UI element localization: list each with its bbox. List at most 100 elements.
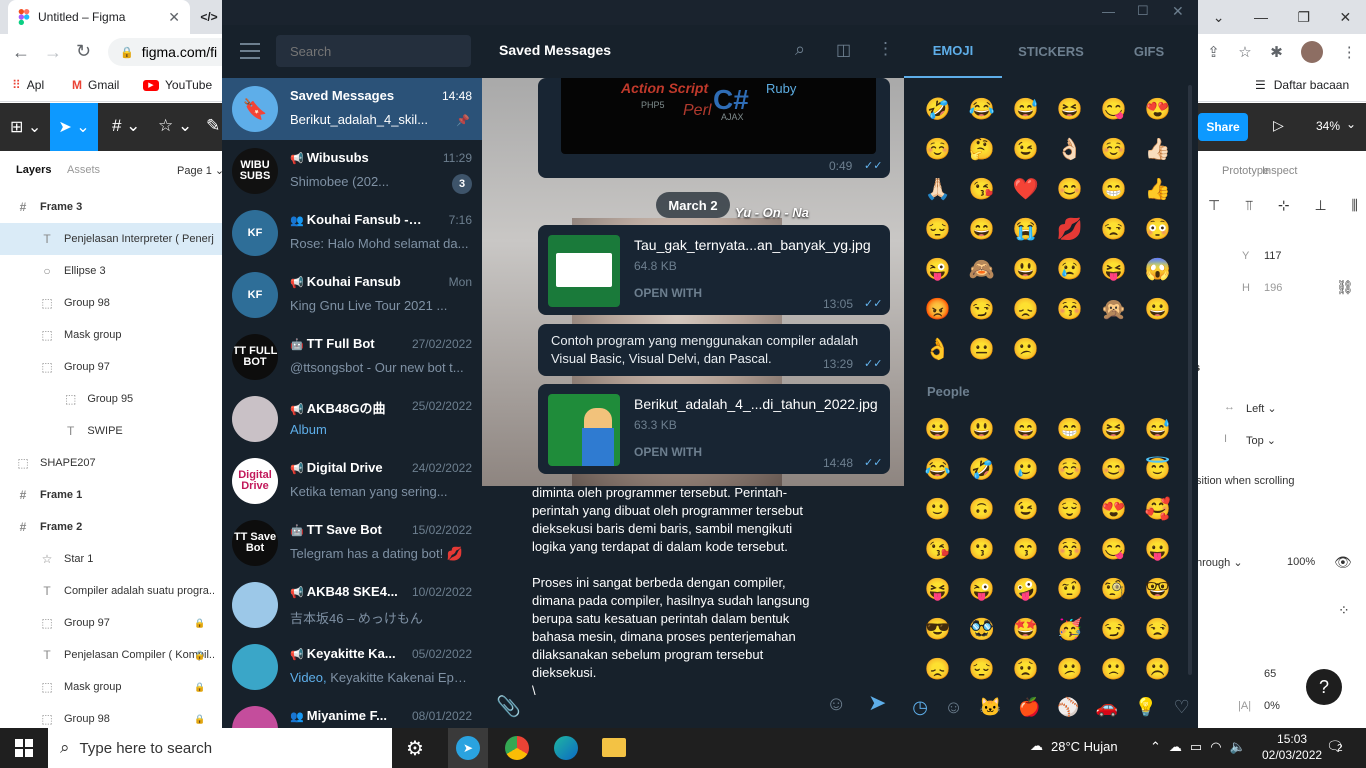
- emoji-button[interactable]: ☺️: [923, 135, 953, 165]
- emoji-button[interactable]: 🧐: [1099, 575, 1129, 605]
- emoji-button[interactable]: 😌: [1055, 495, 1085, 525]
- emoji-button[interactable]: 😟: [1011, 655, 1041, 685]
- sport-category-icon[interactable]: ⚾: [1057, 697, 1079, 718]
- emoji-button[interactable]: 😀: [923, 415, 953, 445]
- file-name-2[interactable]: Berikut_adalah_4_...di_tahun_2022.jpg: [634, 396, 878, 412]
- shape-tool-icon[interactable]: ☆ ⌄: [158, 116, 192, 136]
- emoji-button[interactable]: 😱: [1143, 255, 1173, 285]
- emoji-button[interactable]: 😔: [923, 215, 953, 245]
- emoji-button[interactable]: 😝: [1099, 255, 1129, 285]
- emoji-button[interactable]: 😡: [923, 295, 953, 325]
- file-explorer-icon[interactable]: [602, 738, 626, 757]
- minimize-icon[interactable]: —: [1254, 9, 1268, 25]
- file-thumbnail-2[interactable]: [548, 394, 620, 466]
- emoji-button[interactable]: ☹️: [1143, 655, 1173, 685]
- emoji-button[interactable]: 😝: [923, 575, 953, 605]
- emoji-button[interactable]: 😒: [1143, 615, 1173, 645]
- layer-row[interactable]: ⬚ Group 97: [0, 351, 230, 383]
- eye-icon[interactable]: 👁: [1334, 554, 1352, 571]
- help-button[interactable]: ?: [1306, 669, 1342, 705]
- align-middle-icon[interactable]: ⊹: [1278, 197, 1290, 214]
- y-value-input[interactable]: 117: [1264, 250, 1282, 262]
- emoji-button[interactable]: 😘: [967, 175, 997, 205]
- forward-icon[interactable]: →: [44, 42, 62, 63]
- menu-dots-icon[interactable]: ⋮: [1342, 43, 1357, 61]
- send-icon[interactable]: ➤: [868, 690, 886, 716]
- constrain-proportions-icon[interactable]: ⛓: [1336, 279, 1354, 296]
- emoji-tab[interactable]: EMOJI: [904, 25, 1002, 78]
- restore-icon[interactable]: ❐: [1297, 9, 1310, 26]
- chat-item[interactable]: KF 📢 Kouhai Fansub Mon King Gnu Live Tour 2…: [222, 264, 482, 326]
- travel-category-icon[interactable]: 🚗: [1096, 697, 1118, 718]
- open-with-button-1[interactable]: OPEN WITH: [634, 286, 702, 300]
- reading-list[interactable]: ☰ Daftar bacaan: [1255, 78, 1349, 92]
- emoji-button[interactable]: 😃: [1011, 255, 1041, 285]
- start-button[interactable]: [0, 728, 48, 768]
- emoji-button[interactable]: 😕: [1011, 335, 1041, 365]
- hamburger-menu-icon[interactable]: [240, 43, 260, 59]
- emoji-button[interactable]: 😅: [1143, 415, 1173, 445]
- emoji-button[interactable]: 😀: [1143, 295, 1173, 325]
- share-icon[interactable]: ⇪: [1207, 43, 1220, 61]
- chat-item[interactable]: 🔖 Saved Messages 14:48 Berikut_adalah_4_ski…: [222, 78, 482, 140]
- file-message-2[interactable]: Berikut_adalah_4_...di_tahun_2022.jpg 63…: [538, 384, 890, 474]
- chevron-down-icon[interactable]: ⌄: [1213, 9, 1225, 26]
- emoji-button[interactable]: 🙃: [967, 495, 997, 525]
- layer-row[interactable]: T Penjelasan Interpreter ( Penerj: [0, 223, 230, 255]
- emoji-button[interactable]: 😜: [967, 575, 997, 605]
- clock[interactable]: 15:03 02/03/2022: [1262, 731, 1322, 763]
- emoji-button[interactable]: 😳: [1143, 215, 1173, 245]
- bookmark-star-icon[interactable]: ☆: [1238, 43, 1251, 61]
- gifs-tab[interactable]: GIFS: [1100, 25, 1198, 78]
- emoji-button[interactable]: 😊: [1099, 455, 1129, 485]
- emoji-button[interactable]: 😚: [1055, 535, 1085, 565]
- emoji-button[interactable]: 😗: [967, 535, 997, 565]
- emoji-scrollbar[interactable]: [1188, 85, 1192, 675]
- h-value-input[interactable]: 196: [1264, 282, 1282, 294]
- layer-row[interactable]: ⬚ SHAPE207: [0, 447, 230, 479]
- opacity-input[interactable]: 100%: [1287, 556, 1315, 568]
- message-input[interactable]: diminta oleh programmer tersebut. Perint…: [532, 484, 822, 710]
- emoji-button[interactable]: 🤣: [923, 95, 953, 125]
- bookmark-youtube[interactable]: ▶ YouTube: [143, 78, 212, 92]
- layer-row[interactable]: T Penjelasan Compiler ( Kompil... 🔒: [0, 639, 230, 671]
- emoji-button[interactable]: 😔: [967, 655, 997, 685]
- emoji-button[interactable]: 🤓: [1143, 575, 1173, 605]
- extensions-icon[interactable]: ✱: [1270, 43, 1283, 61]
- browser-tab-code[interactable]: </>: [196, 0, 222, 34]
- emoji-button[interactable]: 😍: [1143, 95, 1173, 125]
- align-top-2-icon[interactable]: ⫪: [1245, 197, 1253, 214]
- emoji-button[interactable]: 🤪: [1011, 575, 1041, 605]
- emoji-button[interactable]: 😋: [1099, 535, 1129, 565]
- share-button[interactable]: Share: [1198, 113, 1248, 141]
- emoji-button[interactable]: 😞: [923, 655, 953, 685]
- chat-item[interactable]: TT FULL BOT 🤖 TT Full Bot 27/02/2022 @ttson…: [222, 326, 482, 388]
- zoom-chevron-icon[interactable]: ⌄: [1346, 117, 1356, 131]
- figma-menu-icon[interactable]: ⊞ ⌄: [10, 117, 41, 137]
- emoji-button[interactable]: 😒: [1099, 215, 1129, 245]
- layer-row[interactable]: ⬚ Group 98: [0, 287, 230, 319]
- back-icon[interactable]: ←: [12, 42, 30, 63]
- emoji-button[interactable]: 😆: [1099, 415, 1129, 445]
- video-thumbnail[interactable]: Action Script C# Perl Ruby PHP5 AJAX: [561, 78, 876, 154]
- chat-item[interactable]: WIBU SUBS 📢 Wibusubs 11:29 Shimobee (202...…: [222, 140, 482, 202]
- battery-icon[interactable]: ▭: [1190, 739, 1202, 755]
- emoji-toggle-icon[interactable]: ☺: [826, 693, 846, 716]
- lock-icon[interactable]: 🔒: [194, 650, 205, 661]
- reload-icon[interactable]: ↻: [76, 41, 91, 62]
- emoji-button[interactable]: 😅: [1011, 95, 1041, 125]
- styles-grid-icon[interactable]: ⁘: [1338, 602, 1350, 619]
- assets-tab[interactable]: Assets: [67, 164, 100, 176]
- emoji-button[interactable]: 😐: [967, 335, 997, 365]
- emoji-button[interactable]: 🥰: [1143, 495, 1173, 525]
- emoji-button[interactable]: 😍: [1099, 495, 1129, 525]
- tg-maximize-icon[interactable]: ☐: [1137, 3, 1149, 19]
- tray-chevron-icon[interactable]: ⌃: [1150, 739, 1161, 755]
- emoji-button[interactable]: 👍: [1143, 175, 1173, 205]
- emoji-button[interactable]: 😆: [1055, 95, 1085, 125]
- emoji-button[interactable]: ☺️: [1055, 455, 1085, 485]
- chat-item[interactable]: KF 👥 Kouhai Fansub - Gr... 7:16 Rose: Halo …: [222, 202, 482, 264]
- bookmark-gmail[interactable]: M Gmail: [72, 78, 119, 92]
- layer-row[interactable]: # Frame 1: [0, 479, 230, 511]
- emoji-button[interactable]: 🤩: [1011, 615, 1041, 645]
